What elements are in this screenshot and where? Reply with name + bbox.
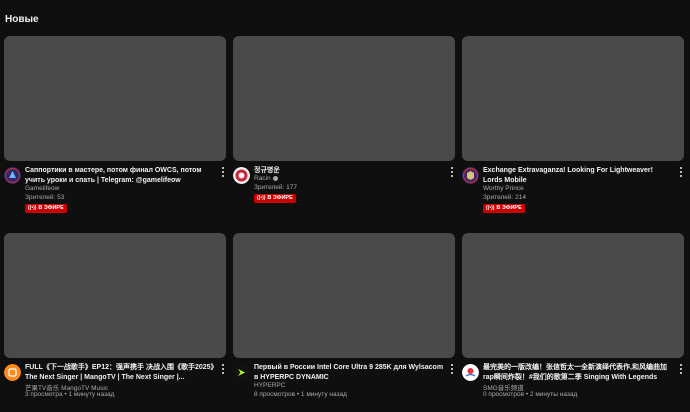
channel-avatar[interactable] — [462, 364, 479, 381]
hyperpc-logo-icon — [233, 364, 250, 381]
more-actions-button[interactable] — [449, 363, 455, 375]
video-stats: Зрителей: 177 — [254, 184, 297, 191]
channel-name[interactable]: HYPERPC — [254, 382, 285, 389]
video-thumbnail[interactable] — [4, 36, 226, 161]
channel-avatar[interactable] — [462, 167, 479, 184]
video-stats: 8 просмотров • 1 минуту назад — [254, 391, 347, 398]
more-actions-button[interactable] — [220, 363, 226, 375]
video-card[interactable]: FULL《下一战歌手》EP12：强声携手 决战入围《歌手2025》The Nex… — [4, 233, 226, 412]
channel-name-text: HYPERPC — [254, 382, 286, 389]
video-stats: Зрителей: 53 — [25, 194, 65, 201]
channel-avatar[interactable] — [4, 364, 21, 381]
live-badge-label: В ЭФИРЕ — [267, 195, 293, 201]
channel-name[interactable]: Worthy Prince — [483, 185, 524, 192]
live-icon: ((•)) — [486, 205, 495, 211]
video-thumbnail[interactable] — [462, 36, 684, 161]
video-card[interactable]: Exchange Extravaganza! Looking For Light… — [462, 36, 684, 221]
video-stats: 3 просмотра • 1 минуту назад — [25, 391, 115, 398]
video-card[interactable]: 정규병운 Racin Зрителей: 177 ((•)) В ЭФИРЕ — [233, 36, 455, 221]
video-title[interactable]: Саппортики в мастере, потом финал OWCS, … — [25, 166, 215, 185]
channel-name-text: Racin — [254, 175, 271, 182]
section-title: Новые — [5, 14, 39, 25]
more-actions-button[interactable] — [678, 166, 684, 178]
channel-name[interactable]: Gamelifeow — [25, 185, 59, 192]
live-badge-label: В ЭФИРЕ — [496, 205, 522, 211]
video-card[interactable]: 最完美的一版改编！张信哲太一全新演绎代表作,和风编曲加rap瞬间炸裂！#我们的歌… — [462, 233, 684, 412]
video-title[interactable]: 정규병운 — [254, 166, 444, 176]
video-card[interactable]: Первый в России Intel Core Ultra 9 285K … — [233, 233, 455, 412]
video-stats: Зрителей: 214 — [483, 194, 526, 201]
live-icon: ((•)) — [257, 195, 266, 201]
video-thumbnail[interactable] — [462, 233, 684, 358]
channel-avatar[interactable] — [233, 364, 250, 381]
live-badge: ((•)) В ЭФИРЕ — [25, 204, 67, 213]
channel-name[interactable]: Racin — [254, 175, 278, 182]
video-card[interactable]: Саппортики в мастере, потом финал OWCS, … — [4, 36, 226, 221]
more-actions-button[interactable] — [449, 166, 455, 178]
live-badge: ((•)) В ЭФИРЕ — [483, 204, 525, 213]
triangle-logo-icon — [4, 167, 21, 184]
video-thumbnail[interactable] — [233, 36, 455, 161]
emblem-logo-icon — [462, 167, 479, 184]
channel-avatar[interactable] — [233, 167, 250, 184]
live-badge-label: В ЭФИРЕ — [38, 205, 64, 211]
video-title[interactable]: 最完美的一版改编！张信哲太一全新演绎代表作,和风编曲加rap瞬间炸裂！#我们的歌… — [483, 363, 673, 382]
channel-name-text: Gamelifeow — [25, 185, 60, 192]
channel-name-text: Worthy Prince — [483, 185, 524, 192]
video-thumbnail[interactable] — [4, 233, 226, 358]
verified-icon — [272, 175, 278, 181]
video-stats: 0 просмотров • 2 минуты назад — [483, 391, 578, 398]
channel-avatar[interactable] — [4, 167, 21, 184]
round-badge-logo-icon — [233, 167, 250, 184]
live-badge: ((•)) В ЭФИРЕ — [254, 194, 296, 203]
video-thumbnail[interactable] — [233, 233, 455, 358]
video-title[interactable]: Первый в России Intel Core Ultra 9 285K … — [254, 363, 444, 382]
mango-logo-icon — [4, 364, 21, 381]
video-title[interactable]: Exchange Extravaganza! Looking For Light… — [483, 166, 673, 185]
live-icon: ((•)) — [28, 205, 37, 211]
more-actions-button[interactable] — [678, 363, 684, 375]
video-title[interactable]: FULL《下一战歌手》EP12：强声携手 决战入围《歌手2025》The Nex… — [25, 363, 215, 382]
smg-logo-icon — [462, 364, 479, 381]
more-actions-button[interactable] — [220, 166, 226, 178]
